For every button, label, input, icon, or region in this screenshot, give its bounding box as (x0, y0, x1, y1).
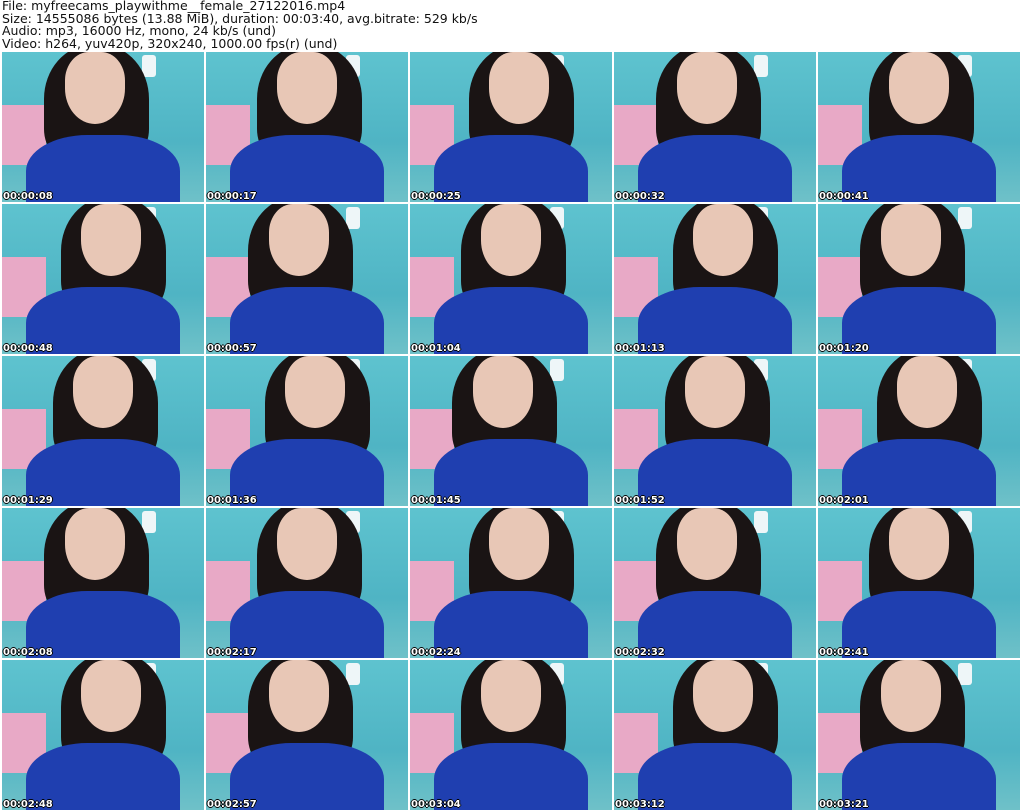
face (64, 508, 126, 580)
face (80, 204, 142, 276)
face (64, 52, 126, 124)
face (276, 52, 338, 124)
thumbnail-grid: 00:00:08 00:00:17 00:00:25 00:00:32 00:00:41… (2, 52, 1020, 810)
face (684, 356, 746, 428)
video-thumbnail[interactable]: 00:03:04 (410, 660, 612, 810)
face (472, 356, 534, 428)
face (268, 204, 330, 276)
video-thumbnail[interactable]: 00:00:25 (410, 52, 612, 202)
timestamp: 00:01:36 (207, 495, 257, 506)
timestamp: 00:03:04 (411, 799, 461, 810)
face (268, 660, 330, 732)
timestamp: 00:02:57 (207, 799, 257, 810)
timestamp: 00:01:52 (615, 495, 665, 506)
video-thumbnail[interactable]: 00:00:48 (2, 204, 204, 354)
timestamp: 00:02:01 (819, 495, 869, 506)
timestamp: 00:03:21 (819, 799, 869, 810)
timestamp: 00:03:12 (615, 799, 665, 810)
video-thumbnail[interactable]: 00:01:04 (410, 204, 612, 354)
video-thumbnail[interactable]: 00:00:57 (206, 204, 408, 354)
video-thumbnail[interactable]: 00:02:01 (818, 356, 1020, 506)
timestamp: 00:02:48 (3, 799, 53, 810)
video-thumbnail[interactable]: 00:03:12 (614, 660, 816, 810)
video-thumbnail[interactable]: 00:01:36 (206, 356, 408, 506)
video-thumbnail[interactable]: 00:01:29 (2, 356, 204, 506)
timestamp: 00:00:57 (207, 343, 257, 354)
face (692, 204, 754, 276)
timestamp: 00:01:45 (411, 495, 461, 506)
face (488, 52, 550, 124)
video-thumbnail[interactable]: 00:01:52 (614, 356, 816, 506)
video-thumbnail[interactable]: 00:01:45 (410, 356, 612, 506)
timestamp: 00:00:25 (411, 191, 461, 202)
timestamp: 00:02:41 (819, 647, 869, 658)
face (276, 508, 338, 580)
timestamp: 00:00:41 (819, 191, 869, 202)
face (72, 356, 134, 428)
timestamp: 00:01:13 (615, 343, 665, 354)
face (880, 660, 942, 732)
timestamp: 00:00:48 (3, 343, 53, 354)
video-thumbnail[interactable]: 00:02:17 (206, 508, 408, 658)
timestamp: 00:02:08 (3, 647, 53, 658)
face (480, 204, 542, 276)
face (80, 660, 142, 732)
face (888, 508, 950, 580)
video-thumbnail[interactable]: 00:02:41 (818, 508, 1020, 658)
face (880, 204, 942, 276)
video-thumbnail[interactable]: 00:02:24 (410, 508, 612, 658)
face (676, 52, 738, 124)
video-info: Video: h264, yuv420p, 320x240, 1000.00 f… (2, 35, 338, 51)
timestamp: 00:01:04 (411, 343, 461, 354)
video-thumbnail[interactable]: 00:01:13 (614, 204, 816, 354)
video-thumbnail[interactable]: 00:02:32 (614, 508, 816, 658)
face (896, 356, 958, 428)
file-info: File: myfreecams_playwithme__female_2712… (2, 0, 478, 50)
timestamp: 00:02:32 (615, 647, 665, 658)
video-thumbnail[interactable]: 00:03:21 (818, 660, 1020, 810)
video-thumbnail[interactable]: 00:02:57 (206, 660, 408, 810)
video-thumbnail[interactable]: 00:02:08 (2, 508, 204, 658)
face (888, 52, 950, 124)
video-thumbnail[interactable]: 00:00:17 (206, 52, 408, 202)
timestamp: 00:02:24 (411, 647, 461, 658)
video-thumbnail[interactable]: 00:00:08 (2, 52, 204, 202)
video-thumbnail[interactable]: 00:00:32 (614, 52, 816, 202)
video-thumbnail[interactable]: 00:02:48 (2, 660, 204, 810)
timestamp: 00:01:29 (3, 495, 53, 506)
face (488, 508, 550, 580)
face (676, 508, 738, 580)
timestamp: 00:00:17 (207, 191, 257, 202)
face (692, 660, 754, 732)
face (284, 356, 346, 428)
timestamp: 00:02:17 (207, 647, 257, 658)
timestamp: 00:00:08 (3, 191, 53, 202)
face (480, 660, 542, 732)
video-thumbnail[interactable]: 00:01:20 (818, 204, 1020, 354)
video-thumbnail[interactable]: 00:00:41 (818, 52, 1020, 202)
timestamp: 00:01:20 (819, 343, 869, 354)
timestamp: 00:00:32 (615, 191, 665, 202)
